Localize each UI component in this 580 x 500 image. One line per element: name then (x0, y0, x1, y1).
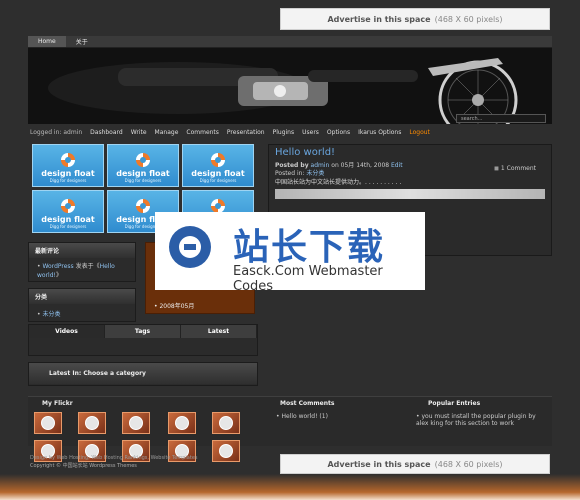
comment-close-bracket: 》 (55, 272, 62, 279)
thumbnail-title: design float (41, 215, 95, 224)
admin-bar: Logged in: admin Dashboard Write Manage … (30, 127, 552, 137)
admin-link-write[interactable]: Write (131, 129, 147, 136)
archive-link[interactable]: 2008年05月 (159, 303, 194, 310)
most-comments-item: • Hello world! (1) (276, 413, 328, 420)
widget-title[interactable]: Latest In: Choose a category (29, 363, 257, 384)
flickr-photo[interactable] (122, 412, 150, 434)
motorcycle-image (28, 48, 552, 124)
latest-in-widget: Latest In: Choose a category (28, 362, 258, 386)
widget-title: 分类 (29, 289, 135, 304)
search-input[interactable]: search... (456, 114, 546, 123)
nav-tab-home[interactable]: Home (28, 36, 66, 47)
post-divider (275, 189, 545, 199)
flickr-photo[interactable] (34, 412, 62, 434)
bullet-icon: • (37, 263, 41, 270)
ad-banner-bottom[interactable]: Advertise in this space (468 X 60 pixels… (280, 454, 550, 474)
sponsor-thumbnail[interactable]: design floatDigg for designers (32, 190, 104, 233)
flickr-title: My Flickr (42, 400, 73, 407)
admin-link-ikarus-options[interactable]: Ikarus Options (358, 129, 401, 136)
bullet-icon: • (154, 303, 158, 310)
post-body: 中国站长站为中文站长提供动力。. . . . . . . . . . (275, 179, 402, 186)
lifebuoy-icon (136, 153, 150, 167)
ad-title: Advertise in this space (327, 459, 431, 469)
thumbnail-title: design float (191, 169, 245, 178)
admin-link-users[interactable]: Users (302, 129, 319, 136)
thumbnail-subtitle: Digg for designers (124, 178, 162, 183)
bullet-icon: • (276, 413, 280, 420)
lifebuoy-icon (136, 199, 150, 213)
footer-copyright: Copyright © 中国站长站 Wordpress Themes (30, 463, 137, 469)
post-category-link[interactable]: 未分类 (306, 170, 324, 177)
post-meta-line2: Posted in: 未分类 (275, 168, 324, 177)
admin-link-presentation[interactable]: Presentation (227, 129, 265, 136)
admin-link-dashboard[interactable]: Dashboard (90, 129, 123, 136)
tab-tags[interactable]: Tags (105, 325, 181, 338)
sponsor-thumbnail[interactable]: design floatDigg for designers (32, 144, 104, 187)
posted-in-label: Posted in: (275, 170, 305, 177)
thumbnail-subtitle: Digg for designers (199, 178, 237, 183)
nav-tab-about[interactable]: 关于 (66, 36, 98, 47)
popular-entries-text: • you must install the popular plugin by… (416, 413, 546, 427)
watermark-overlay: 站长下载 Easck.Com Webmaster Codes (155, 212, 425, 294)
ad-banner-top[interactable]: Advertise in this space (468 X 60 pixels… (280, 8, 550, 30)
ad-title: Advertise in this space (327, 14, 431, 24)
logged-in-label: Logged in: admin (30, 128, 83, 136)
admin-link-plugins[interactable]: Plugins (273, 129, 295, 136)
lifebuoy-icon (61, 153, 75, 167)
logout-link[interactable]: Logout (409, 129, 430, 136)
watermark-title: 站长下载 (233, 227, 386, 268)
ad-dimensions: (468 X 60 pixels) (434, 459, 503, 469)
watermark-subtitle: Easck.Com Webmaster Codes (233, 264, 383, 294)
tab-videos[interactable]: Videos (29, 325, 105, 338)
bullet-icon: • (37, 311, 41, 318)
page-bottom-gradient (0, 474, 580, 500)
recent-comment-item: • WordPress 发表于《Hello world!》 (37, 261, 133, 279)
flickr-photo[interactable] (212, 412, 240, 434)
flickr-photo[interactable] (78, 412, 106, 434)
footer-credit[interactable]: Design by Web Hosting, Web Hosting Ranki… (30, 455, 198, 461)
thumbnail-subtitle: Digg for designers (49, 178, 87, 183)
bullet-icon: • (416, 413, 420, 420)
category-item: • 未分类 (37, 309, 60, 318)
lifebuoy-icon (61, 199, 75, 213)
archive-item: • 2008年05月 (154, 301, 194, 310)
post-title[interactable]: Hello world! (275, 147, 335, 158)
header-banner: search... (28, 48, 552, 124)
sponsor-thumbnail[interactable]: design floatDigg for designers (182, 144, 254, 187)
thumbnail-title: design float (116, 169, 170, 178)
admin-link-manage[interactable]: Manage (155, 129, 179, 136)
site-logo-icon (169, 226, 211, 268)
flickr-photo[interactable] (168, 412, 196, 434)
admin-link-comments[interactable]: Comments (186, 129, 219, 136)
tabbed-widget: Videos Tags Latest (28, 324, 258, 356)
comment-author-link[interactable]: WordPress (42, 263, 73, 270)
post-comments-link[interactable]: ◼ 1 Comment (494, 165, 536, 172)
most-comments-title: Most Comments (280, 400, 335, 407)
post-comments-count: 1 Comment (500, 165, 537, 172)
category-link[interactable]: 未分类 (42, 311, 60, 318)
popular-text: you must install the popular plugin by a… (416, 413, 536, 427)
categories-widget: 分类 • 未分类 (28, 288, 136, 322)
comment-text: 发表于《 (75, 263, 100, 270)
top-nav: Home 关于 (28, 36, 552, 48)
tab-latest[interactable]: Latest (181, 325, 257, 338)
admin-link-options[interactable]: Options (327, 129, 350, 136)
widget-title: 最新评论 (29, 243, 135, 258)
flickr-photo[interactable] (212, 440, 240, 462)
popular-entries-title: Popular Entries (428, 400, 481, 407)
thumbnail-title: design float (41, 169, 95, 178)
lifebuoy-icon (211, 199, 225, 213)
sponsor-thumbnail[interactable]: design floatDigg for designers (107, 144, 179, 187)
post-date: on 05月 14th, 2008 (331, 162, 390, 169)
post-edit-link[interactable]: Edit (391, 162, 403, 169)
comment-bubble-icon: ◼ (494, 165, 499, 172)
ad-dimensions: (468 X 60 pixels) (434, 14, 503, 24)
widget-tabs: Videos Tags Latest (29, 325, 257, 338)
thumbnail-subtitle: Digg for designers (49, 224, 87, 229)
recent-comments-widget: 最新评论 • WordPress 发表于《Hello world!》 (28, 242, 136, 282)
lifebuoy-icon (211, 153, 225, 167)
most-comments-link[interactable]: Hello world! (1) (281, 413, 327, 420)
